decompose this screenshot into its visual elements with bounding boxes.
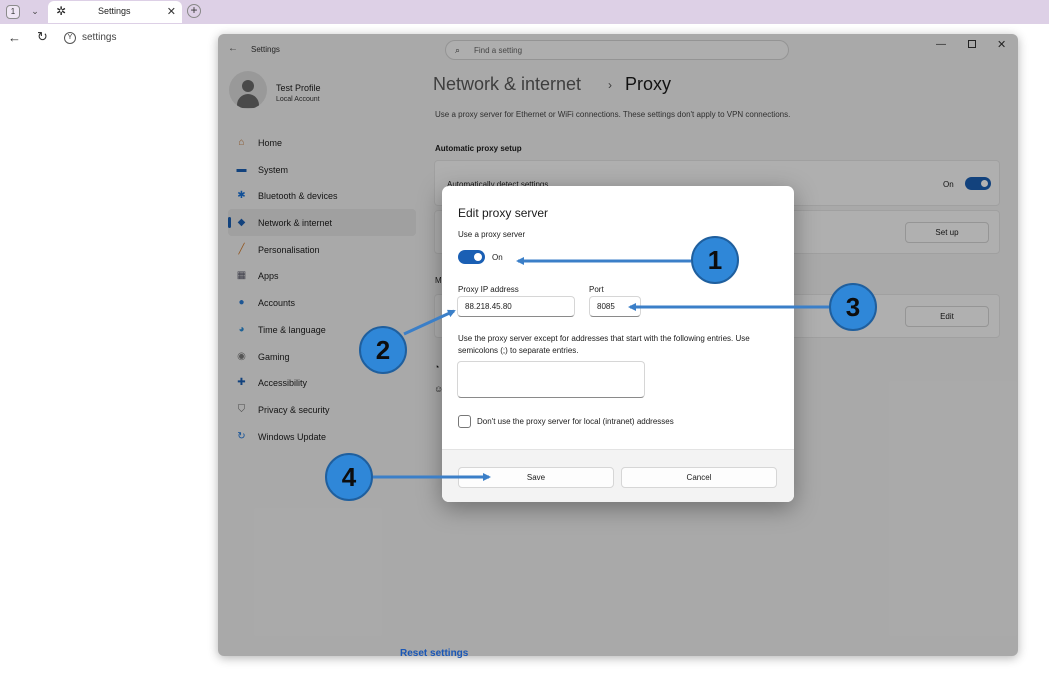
- new-tab-plus-icon[interactable]: +: [187, 4, 201, 18]
- address-text[interactable]: settings: [82, 32, 116, 43]
- tab-title: Settings: [98, 6, 131, 16]
- dialog-title: Edit proxy server: [458, 206, 549, 220]
- proxy-ip-field[interactable]: 88.218.45.80: [457, 296, 575, 317]
- local-addresses-label: Don't use the proxy server for local (in…: [477, 417, 674, 426]
- tab-count-badge[interactable]: 1: [6, 5, 20, 19]
- save-button[interactable]: Save: [458, 467, 614, 488]
- gear-icon: ✲: [56, 4, 67, 18]
- annotation-callout-1: 1: [691, 236, 739, 284]
- browser-tab-settings[interactable]: ✲ Settings ✕: [48, 1, 182, 23]
- annotation-callout-3: 3: [829, 283, 877, 331]
- annotation-callout-4: 4: [325, 453, 373, 501]
- dialog-footer: Save Cancel: [442, 449, 794, 502]
- port-field[interactable]: 8085: [589, 296, 641, 317]
- chevron-down-icon[interactable]: ⌄: [28, 4, 42, 18]
- reload-icon[interactable]: ↻: [37, 29, 48, 45]
- cancel-button[interactable]: Cancel: [621, 467, 777, 488]
- reset-settings-link[interactable]: Reset settings: [400, 648, 468, 659]
- edit-proxy-dialog: Edit proxy server Use a proxy server On …: [442, 186, 794, 502]
- port-label: Port: [589, 285, 604, 294]
- local-addresses-checkbox[interactable]: [458, 415, 471, 428]
- close-icon[interactable]: ✕: [167, 5, 176, 18]
- use-proxy-label: Use a proxy server: [458, 230, 526, 239]
- browser-tab-bar: 1 ⌄ ✲ Settings ✕ +: [0, 0, 1049, 24]
- proxy-ip-label: Proxy IP address: [458, 285, 519, 294]
- background-page-right: [1018, 52, 1049, 676]
- exceptions-field[interactable]: [457, 361, 645, 398]
- browser-logo-icon: Y: [64, 32, 76, 44]
- exceptions-description: Use the proxy server except for addresse…: [458, 334, 750, 355]
- use-proxy-toggle[interactable]: [458, 250, 485, 264]
- back-arrow-icon[interactable]: ←: [8, 30, 21, 45]
- use-proxy-state: On: [492, 253, 503, 262]
- annotation-callout-2: 2: [359, 326, 407, 374]
- background-page-left: [0, 52, 218, 676]
